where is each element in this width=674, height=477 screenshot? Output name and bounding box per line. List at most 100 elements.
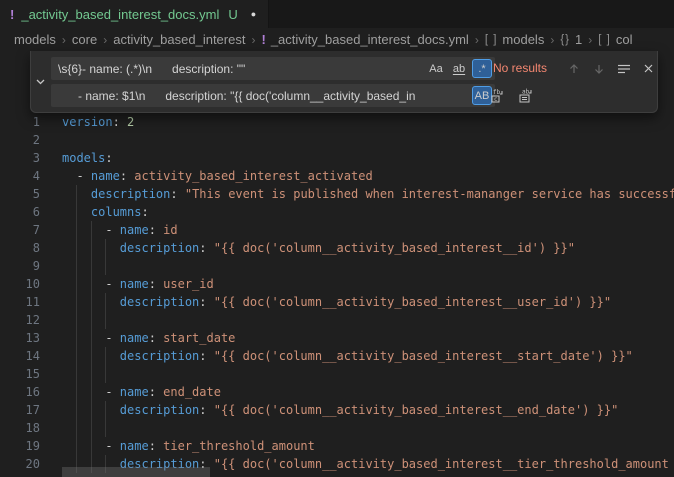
indent-guide [76, 365, 77, 383]
match-case-toggle[interactable]: Aa [426, 59, 446, 78]
code-line[interactable]: 14 description: "{{ doc('column__activit… [0, 347, 674, 365]
breadcrumb-separator: › [550, 33, 554, 47]
git-status-badge: U [228, 7, 237, 22]
line-number: 17 [0, 401, 40, 419]
breadcrumb-label: models [14, 32, 56, 47]
symbol-array-icon: [ ] [485, 34, 498, 46]
svg-text:c: c [494, 96, 498, 103]
code-line[interactable]: 6 columns: [0, 203, 674, 221]
indent-guide [105, 419, 106, 437]
replace-input-value: - name: $1\n description: "{{ doc('colum… [58, 89, 472, 103]
symbol-object-icon: {} [560, 34, 570, 46]
replace-all-button[interactable]: ab [514, 84, 537, 107]
breadcrumb-item-activity-based-interest[interactable]: activity_based_interest [113, 32, 245, 47]
modified-dot-icon[interactable]: ● [251, 9, 256, 19]
code-line[interactable]: 17 description: "{{ doc('column__activit… [0, 401, 674, 419]
breadcrumb-label: models [502, 32, 544, 47]
code-line[interactable]: 4 - name: activity_based_interest_activa… [0, 167, 674, 185]
chevron-down-icon [35, 76, 46, 87]
code-line[interactable]: 5 description: "This event is published … [0, 185, 674, 203]
whole-word-toggle[interactable]: ab [449, 59, 469, 78]
toggle-replace-button[interactable] [31, 51, 49, 112]
breadcrumb-separator: › [251, 33, 255, 47]
line-number: 1 [0, 113, 40, 131]
replace-input[interactable]: - name: $1\n description: "{{ doc('colum… [51, 84, 495, 107]
whole-word-label: ab [453, 63, 465, 75]
breadcrumb-label: _activity_based_interest_docs.yml [271, 32, 469, 47]
code-line[interactable]: 12 [0, 311, 674, 329]
breadcrumb-label: activity_based_interest [113, 32, 245, 47]
breadcrumb-separator: › [588, 33, 592, 47]
vscode-window: ! _activity_based_interest_docs.yml U ● … [0, 0, 674, 477]
find-in-selection-toggle[interactable] [612, 57, 635, 80]
code-text: models: [62, 149, 113, 167]
code-line[interactable]: 7 - name: id [0, 221, 674, 239]
line-number: 7 [0, 221, 40, 239]
indent-guide [76, 419, 77, 437]
breadcrumb-label: 1 [575, 32, 582, 47]
breadcrumb-item-models[interactable]: models [14, 32, 56, 47]
code-text: - name: activity_based_interest_activate… [62, 167, 373, 185]
line-number: 16 [0, 383, 40, 401]
code-text: - name: id [62, 221, 178, 239]
code-line[interactable]: 2 [0, 131, 674, 149]
code-line[interactable]: 19 - name: tier_threshold_amount [0, 437, 674, 455]
code-text: - name: user_id [62, 275, 214, 293]
horizontal-scrollbar[interactable] [62, 467, 210, 477]
find-results-count: No results [493, 57, 547, 80]
svg-text:fb: fb [493, 89, 501, 96]
breadcrumb-separator: › [62, 33, 66, 47]
code-text: description: "This event is published wh… [62, 185, 674, 203]
line-number: 11 [0, 293, 40, 311]
line-number: 6 [0, 203, 40, 221]
code-line[interactable]: 11 description: "{{ doc('column__activit… [0, 293, 674, 311]
code-editor[interactable]: 1version: 223models:4 - name: activity_b… [0, 51, 674, 477]
code-text: description: "{{ doc('column__activity_b… [62, 293, 611, 311]
indent-guide [91, 257, 92, 275]
find-previous-button[interactable] [562, 57, 585, 80]
breadcrumb-item-models[interactable]: [ ] models [485, 32, 545, 47]
code-line[interactable]: 15 [0, 365, 674, 383]
code-text: - name: tier_threshold_amount [62, 437, 315, 455]
find-replace-widget: \s{6}- name: (.*)\n description: "" Aa a… [30, 51, 658, 113]
line-number: 15 [0, 365, 40, 383]
line-number: 8 [0, 239, 40, 257]
code-text: description: "{{ doc('column__activity_b… [62, 239, 575, 257]
find-next-button[interactable] [587, 57, 610, 80]
breadcrumb-item-col[interactable]: [ ] col [598, 32, 632, 47]
regex-toggle[interactable]: .* [472, 59, 492, 78]
line-number: 14 [0, 347, 40, 365]
code-text: - name: start_date [62, 329, 235, 347]
code-line[interactable]: 13 - name: start_date [0, 329, 674, 347]
indent-guide [105, 257, 106, 275]
breadcrumb-item--activity-based-interest-docs-yml[interactable]: !_activity_based_interest_docs.yml [261, 32, 468, 47]
breadcrumb: models › core › activity_based_interest › !_ac… [0, 28, 674, 51]
tab-activity-based-interest-docs[interactable]: ! _activity_based_interest_docs.yml U ● [0, 0, 269, 28]
indent-guide [91, 311, 92, 329]
breadcrumb-item-core[interactable]: core [72, 32, 97, 47]
svg-text:ab: ab [522, 88, 530, 95]
line-number: 10 [0, 275, 40, 293]
find-input[interactable]: \s{6}- name: (.*)\n description: "" Aa a… [51, 57, 495, 80]
code-line[interactable]: 9 [0, 257, 674, 275]
replace-button[interactable]: fbc [486, 84, 509, 107]
code-line[interactable]: 16 - name: end_date [0, 383, 674, 401]
indent-guide [76, 311, 77, 329]
line-number: 12 [0, 311, 40, 329]
code-line[interactable]: 10 - name: user_id [0, 275, 674, 293]
code-line[interactable]: 1version: 2 [0, 113, 674, 131]
arrow-down-icon [593, 63, 605, 75]
breadcrumb-label: core [72, 32, 97, 47]
close-find-widget-button[interactable] [637, 57, 660, 80]
tab-bar: ! _activity_based_interest_docs.yml U ● [0, 0, 674, 28]
arrow-up-icon [568, 63, 580, 75]
replace-all-icon: ab [518, 88, 534, 104]
code-line[interactable]: 18 [0, 419, 674, 437]
breadcrumb-label: col [616, 32, 633, 47]
code-line[interactable]: 3models: [0, 149, 674, 167]
symbol-array-icon: [ ] [598, 34, 611, 46]
indent-guide [105, 365, 106, 383]
code-text: description: "{{ doc('column__activity_b… [62, 347, 633, 365]
breadcrumb-item-1[interactable]: {} 1 [560, 32, 582, 47]
code-line[interactable]: 8 description: "{{ doc('column__activity… [0, 239, 674, 257]
